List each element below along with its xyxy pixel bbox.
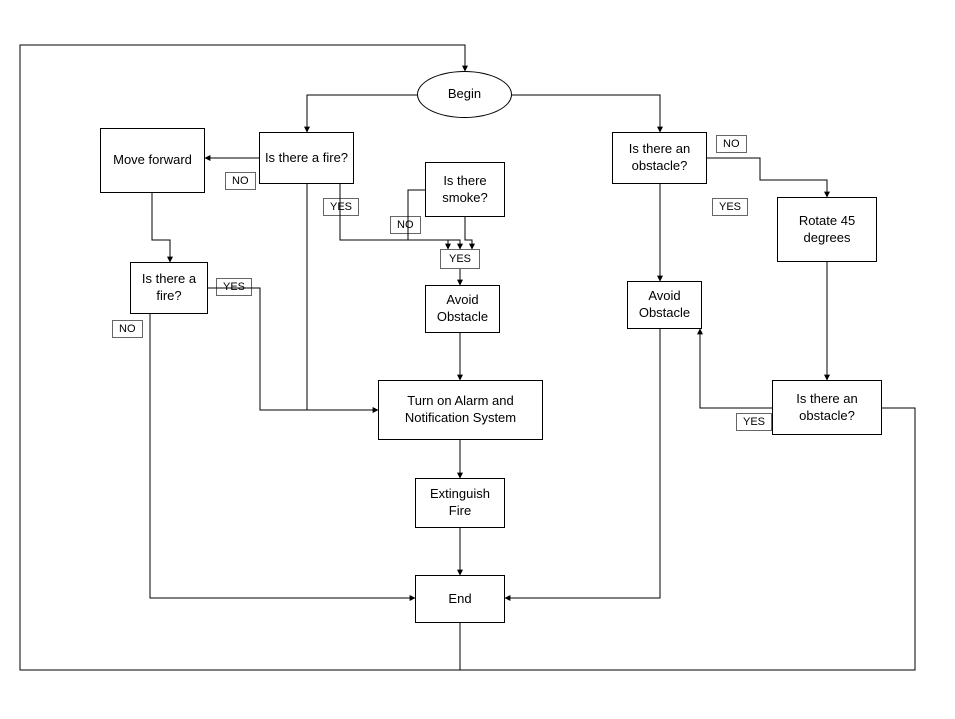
node-avoid-2: Avoid Obstacle — [627, 281, 702, 329]
node-smoke-text: Is there smoke? — [430, 173, 500, 207]
label-yes-obstacle1: YES — [712, 198, 748, 216]
node-smoke: Is there smoke? — [425, 162, 505, 217]
node-end-text: End — [448, 591, 471, 608]
node-obstacle-2-text: Is there an obstacle? — [777, 391, 877, 425]
label-no-smoke: NO — [390, 216, 421, 234]
node-extinguish-text: Extinguish Fire — [420, 486, 500, 520]
node-avoid-2-text: Avoid Obstacle — [632, 288, 697, 322]
node-extinguish: Extinguish Fire — [415, 478, 505, 528]
node-fire-2-text: Is there a fire? — [135, 271, 203, 305]
node-avoid-1: Avoid Obstacle — [425, 285, 500, 333]
label-yes-merge: YES — [440, 249, 480, 269]
node-alarm: Turn on Alarm and Notification System — [378, 380, 543, 440]
label-yes-merge-text: YES — [449, 253, 471, 265]
label-yes-fire2: YES — [216, 278, 252, 296]
node-move-forward-text: Move forward — [113, 152, 192, 169]
node-obstacle-1: Is there an obstacle? — [612, 132, 707, 184]
label-no-fire2: NO — [112, 320, 143, 338]
node-end: End — [415, 575, 505, 623]
node-begin: Begin — [417, 71, 512, 118]
node-obstacle-2: Is there an obstacle? — [772, 380, 882, 435]
node-rotate: Rotate 45 degrees — [777, 197, 877, 262]
node-fire-1-text: Is there a fire? — [265, 150, 348, 167]
node-alarm-text: Turn on Alarm and Notification System — [383, 393, 538, 427]
label-yes-fire1: YES — [323, 198, 359, 216]
node-avoid-1-text: Avoid Obstacle — [430, 292, 495, 326]
label-no-fire1: NO — [225, 172, 256, 190]
node-move-forward: Move forward — [100, 128, 205, 193]
node-rotate-text: Rotate 45 degrees — [782, 213, 872, 247]
node-fire-2: Is there a fire? — [130, 262, 208, 314]
label-yes-obstacle2: YES — [736, 413, 772, 431]
node-fire-1: Is there a fire? — [259, 132, 354, 184]
node-obstacle-1-text: Is there an obstacle? — [617, 141, 702, 175]
label-no-obstacle1: NO — [716, 135, 747, 153]
node-begin-text: Begin — [448, 86, 481, 103]
